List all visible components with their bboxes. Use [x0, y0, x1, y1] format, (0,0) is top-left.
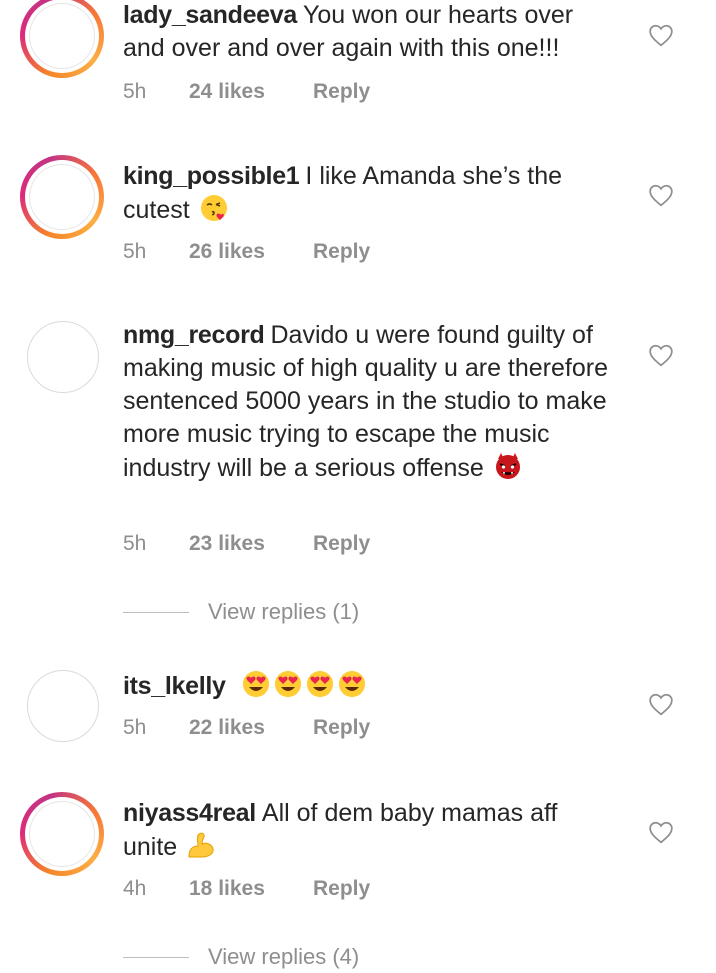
comment-text-block: king_possible1 I like Amanda she’s the cu…: [123, 160, 618, 227]
replies-divider: [123, 612, 189, 613]
avatar[interactable]: [20, 792, 104, 876]
heart-eyes-emoji: [338, 671, 365, 697]
heart-outline-icon[interactable]: [648, 183, 674, 207]
reply-button[interactable]: Reply: [313, 874, 370, 904]
comment-likes[interactable]: 22 likes: [189, 713, 265, 743]
comment-time: 5h: [123, 80, 147, 103]
view-replies-label[interactable]: View replies (1): [208, 597, 359, 627]
avatar[interactable]: [20, 0, 104, 78]
comment-username[interactable]: niyass4real: [123, 799, 256, 827]
heart-eyes-emoji: [306, 671, 333, 697]
comment-time: 4h: [123, 877, 147, 900]
comment-username[interactable]: nmg_record: [123, 321, 265, 349]
heart-outline-icon[interactable]: [648, 692, 674, 716]
reply-button[interactable]: Reply: [313, 529, 370, 559]
flexed-biceps-emoji: [188, 832, 214, 858]
replies-divider: [123, 957, 189, 958]
comment-likes[interactable]: 26 likes: [189, 237, 265, 267]
avatar[interactable]: [27, 321, 99, 393]
reply-button[interactable]: Reply: [313, 713, 370, 743]
ogre-emoji: [495, 453, 520, 479]
avatar[interactable]: [27, 670, 99, 742]
heart-eyes-emoji: [242, 671, 269, 697]
comment-text-block: its_lkelly: [123, 669, 618, 703]
avatar[interactable]: [20, 155, 104, 239]
comment-username[interactable]: its_lkelly: [123, 672, 226, 700]
heart-outline-icon[interactable]: [648, 343, 674, 367]
heart-outline-icon[interactable]: [648, 23, 674, 47]
view-replies-label[interactable]: View replies (4): [208, 942, 359, 972]
comment-text-block: nmg_record Davido u were found guilty of …: [123, 319, 618, 485]
reply-button[interactable]: Reply: [313, 77, 370, 107]
comment-time: 5h: [123, 532, 147, 555]
heart-eyes-emoji: [274, 671, 301, 697]
comment-likes[interactable]: 18 likes: [189, 874, 265, 904]
comment-username[interactable]: king_possible1: [123, 162, 300, 190]
face-blowing-kiss-emoji: [200, 195, 227, 221]
comment-time: 5h: [123, 716, 147, 739]
comment-text-block: niyass4real All of dem baby mamas aff uni…: [123, 797, 618, 864]
heart-outline-icon[interactable]: [648, 820, 674, 844]
comment-likes[interactable]: 24 likes: [189, 77, 265, 107]
comment-username[interactable]: lady_sandeeva: [123, 1, 297, 29]
reply-button[interactable]: Reply: [313, 237, 370, 267]
comment-time: 5h: [123, 240, 147, 263]
comment-text-block: lady_sandeeva You won our hearts over and…: [123, 0, 618, 65]
comment-likes[interactable]: 23 likes: [189, 529, 265, 559]
